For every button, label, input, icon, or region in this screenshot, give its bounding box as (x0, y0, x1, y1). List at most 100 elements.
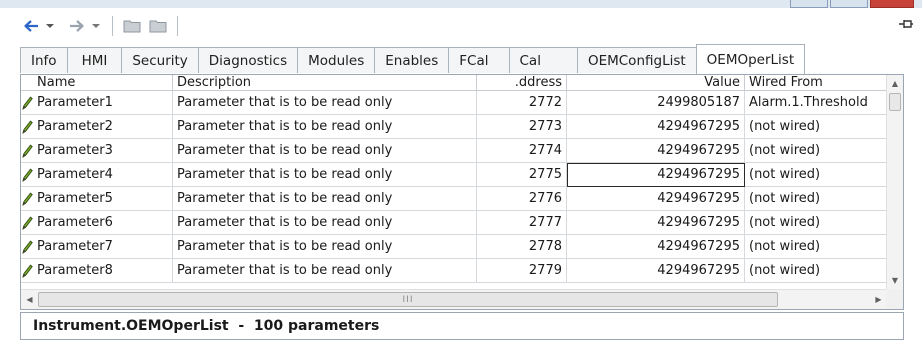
vertical-scroll-thumb[interactable] (889, 93, 901, 111)
tab-info[interactable]: Info (20, 47, 68, 73)
cell-name[interactable]: Parameter2 (33, 115, 173, 139)
tab-modules[interactable]: Modules (297, 47, 376, 73)
cell-address[interactable]: 2775 (477, 163, 567, 187)
tab-cal[interactable]: Cal (508, 47, 578, 73)
cell-wired-from[interactable]: (not wired) (745, 211, 887, 235)
cell-description[interactable]: Parameter that is to be read only (173, 163, 477, 187)
horizontal-scrollbar[interactable]: ◀ III ▶ (21, 289, 887, 309)
cell-wired-from[interactable]: (not wired) (745, 259, 887, 283)
scroll-right-arrow-icon[interactable]: ▶ (870, 290, 887, 309)
pencil-icon (21, 211, 33, 235)
dropdown-icon (46, 24, 54, 28)
pin-button[interactable] (898, 18, 914, 34)
cell-address[interactable]: 2778 (477, 235, 567, 259)
window-controls (790, 0, 914, 8)
scrollbar-corner (886, 289, 903, 309)
tab-enables[interactable]: Enables (374, 47, 450, 73)
cell-address[interactable]: 2776 (477, 187, 567, 211)
status-text: Instrument.OEMOperList - 100 parameters (33, 318, 380, 334)
maximize-button[interactable] (830, 0, 868, 8)
cell-name[interactable]: Parameter6 (33, 211, 173, 235)
cell-value[interactable]: 4294967295 (567, 139, 745, 163)
cell-description[interactable]: Parameter that is to be read only (173, 235, 477, 259)
cell-wired-from[interactable]: (not wired) (745, 187, 887, 211)
pencil-icon (21, 139, 33, 163)
table-row[interactable]: Parameter1 Parameter that is to be read … (21, 91, 887, 115)
scroll-thumb-grip: III (402, 294, 414, 305)
column-header-name[interactable]: Name (33, 75, 173, 91)
tab-security[interactable]: Security (121, 47, 199, 73)
cell-value[interactable]: 4294967295 (567, 211, 745, 235)
toolbar (20, 14, 186, 38)
column-header-description[interactable]: Description (173, 75, 477, 91)
column-header-address[interactable]: .ddress (477, 75, 567, 91)
cell-address[interactable]: 2773 (477, 115, 567, 139)
cell-value[interactable]: 4294967295 (567, 235, 745, 259)
cell-wired-from[interactable]: (not wired) (745, 163, 887, 187)
folder-button[interactable] (147, 15, 169, 37)
pencil-icon (21, 187, 33, 211)
cell-value[interactable]: 4294967295 (567, 187, 745, 211)
tab-diagnostics[interactable]: Diagnostics (197, 47, 299, 73)
tab-fcal[interactable]: FCal (448, 47, 510, 73)
pencil-icon (21, 163, 33, 187)
horizontal-scroll-thumb[interactable]: III (38, 292, 778, 307)
table-row[interactable]: Parameter5 Parameter that is to be read … (21, 187, 887, 211)
forward-dropdown-button[interactable] (88, 15, 104, 37)
cell-description[interactable]: Parameter that is to be read only (173, 259, 477, 283)
tab-hmi[interactable]: HMI (66, 47, 123, 73)
tab-oemconfiglist[interactable]: OEMConfigList (576, 47, 697, 73)
table-row[interactable]: Parameter6 Parameter that is to be read … (21, 211, 887, 235)
scroll-down-arrow-icon[interactable]: ▼ (887, 272, 903, 289)
cell-description[interactable]: Parameter that is to be read only (173, 139, 477, 163)
cell-description[interactable]: Parameter that is to be read only (173, 187, 477, 211)
close-button[interactable] (870, 0, 914, 8)
pin-icon (899, 20, 913, 28)
cell-value[interactable]: 4294967295 (567, 115, 745, 139)
cell-description[interactable]: Parameter that is to be read only (173, 115, 477, 139)
table-row[interactable]: Parameter2 Parameter that is to be read … (21, 115, 887, 139)
cell-name[interactable]: Parameter1 (33, 91, 173, 115)
folder-icon (149, 20, 167, 33)
pencil-icon (21, 235, 33, 259)
table-row[interactable]: Parameter3 Parameter that is to be read … (21, 139, 887, 163)
parameter-table: Name Description .ddress Value Wired Fro… (21, 75, 887, 289)
header-icon-column (21, 75, 33, 91)
table-row[interactable]: Parameter7 Parameter that is to be read … (21, 235, 887, 259)
status-bar: Instrument.OEMOperList - 100 parameters (20, 312, 904, 340)
parameter-grid: Name Description .ddress Value Wired Fro… (20, 74, 904, 310)
cell-wired-from[interactable]: (not wired) (745, 139, 887, 163)
cell-value-selected[interactable]: 4294967295 (567, 163, 745, 187)
cell-name[interactable]: Parameter7 (33, 235, 173, 259)
cell-name[interactable]: Parameter8 (33, 259, 173, 283)
cell-name[interactable]: Parameter5 (33, 187, 173, 211)
column-header-wired-from[interactable]: Wired From (745, 75, 887, 91)
vertical-scrollbar[interactable]: ▲ ▼ (886, 75, 903, 289)
table-row[interactable]: Parameter8 Parameter that is to be read … (21, 259, 887, 283)
scroll-left-arrow-icon[interactable]: ◀ (21, 290, 38, 309)
cell-value[interactable]: 2499805187 (567, 91, 745, 115)
forward-button[interactable] (66, 15, 88, 37)
cell-address[interactable]: 2774 (477, 139, 567, 163)
cell-description[interactable]: Parameter that is to be read only (173, 211, 477, 235)
cell-wired-from[interactable]: (not wired) (745, 115, 887, 139)
table-row[interactable]: Parameter4 Parameter that is to be read … (21, 163, 887, 187)
back-arrow-icon (24, 20, 38, 32)
back-button[interactable] (20, 15, 42, 37)
cell-address[interactable]: 2772 (477, 91, 567, 115)
cell-name[interactable]: Parameter3 (33, 139, 173, 163)
folder-up-button[interactable] (121, 15, 143, 37)
minimize-button[interactable] (790, 0, 828, 8)
cell-address[interactable]: 2777 (477, 211, 567, 235)
back-dropdown-button[interactable] (42, 15, 58, 37)
cell-name[interactable]: Parameter4 (33, 163, 173, 187)
scroll-up-arrow-icon[interactable]: ▲ (887, 75, 903, 92)
cell-value[interactable]: 4294967295 (567, 259, 745, 283)
column-header-value[interactable]: Value (567, 75, 745, 91)
tab-strip: Info HMI Security Diagnostics Modules En… (20, 44, 806, 74)
cell-wired-from[interactable]: Alarm.1.Threshold (745, 91, 887, 115)
cell-description[interactable]: Parameter that is to be read only (173, 91, 477, 115)
tab-oemoperlist[interactable]: OEMOperList (695, 44, 806, 74)
cell-address[interactable]: 2779 (477, 259, 567, 283)
cell-wired-from[interactable]: (not wired) (745, 235, 887, 259)
